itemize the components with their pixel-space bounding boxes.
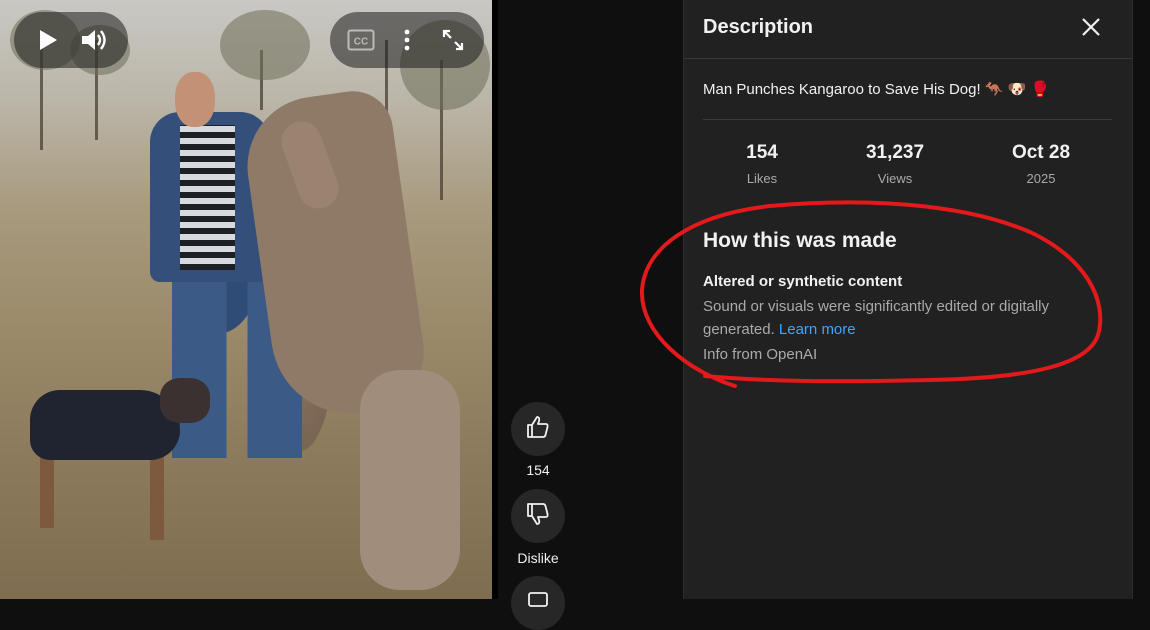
- play-icon[interactable]: [25, 17, 71, 63]
- more-vert-icon[interactable]: [384, 17, 430, 63]
- thumbs-down-icon: [525, 501, 551, 532]
- dog-head: [160, 378, 210, 423]
- man-shirt: [180, 125, 235, 270]
- fullscreen-icon[interactable]: [430, 17, 476, 63]
- how-made-subheading: Altered or synthetic content: [703, 273, 903, 290]
- stat-views: 31,237 Views: [830, 142, 960, 186]
- man-head: [175, 72, 215, 127]
- video-player[interactable]: CC: [0, 0, 492, 599]
- closed-captions-icon[interactable]: CC: [338, 17, 384, 63]
- dislike-button[interactable]: [511, 489, 565, 543]
- learn-more-link[interactable]: Learn more: [779, 321, 856, 338]
- dislike-label: Dislike: [517, 550, 559, 566]
- dog-leg: [150, 450, 164, 540]
- dog-leg: [40, 450, 54, 528]
- dog-body: [30, 390, 180, 460]
- description-panel: Description Man Punches Kangaroo to Save…: [683, 0, 1133, 599]
- stat-value: Oct 28: [1011, 142, 1071, 163]
- panel-title: Description: [703, 16, 814, 38]
- stat-label: Views: [877, 171, 913, 186]
- stat-value: 154: [746, 142, 778, 163]
- stat-label: 2025: [1026, 171, 1056, 186]
- stat-date: Oct 28 2025: [976, 142, 1106, 186]
- divider: [703, 119, 1112, 120]
- panel-header: Description: [684, 0, 1132, 59]
- comment-icon: [526, 589, 550, 618]
- how-made-info: Info from OpenAI: [703, 346, 818, 363]
- like-count: 154: [526, 462, 550, 478]
- how-made-description-text: Sound or visuals were significantly edit…: [703, 298, 1050, 338]
- close-icon: [1081, 17, 1101, 42]
- close-button[interactable]: [1076, 14, 1106, 44]
- volume-icon[interactable]: [71, 17, 117, 63]
- stat-likes: 154 Likes: [697, 142, 827, 186]
- comments-button[interactable]: [511, 576, 565, 630]
- stat-value: 31,237: [865, 142, 925, 163]
- player-border: [492, 0, 498, 599]
- captions-label: CC: [354, 37, 368, 48]
- tree-canopy: [220, 10, 310, 80]
- thumbs-up-icon: [525, 414, 551, 445]
- kangaroo-leg: [360, 370, 460, 590]
- player-controls-left: [14, 12, 128, 68]
- how-made-description: Sound or visuals were significantly edit…: [703, 295, 1103, 341]
- stat-label: Likes: [746, 171, 778, 186]
- player-controls-right: CC: [330, 12, 484, 68]
- like-button[interactable]: [511, 402, 565, 456]
- how-made-heading: How this was made: [703, 229, 897, 252]
- video-title: Man Punches Kangaroo to Save His Dog! 🦘 …: [703, 81, 1050, 98]
